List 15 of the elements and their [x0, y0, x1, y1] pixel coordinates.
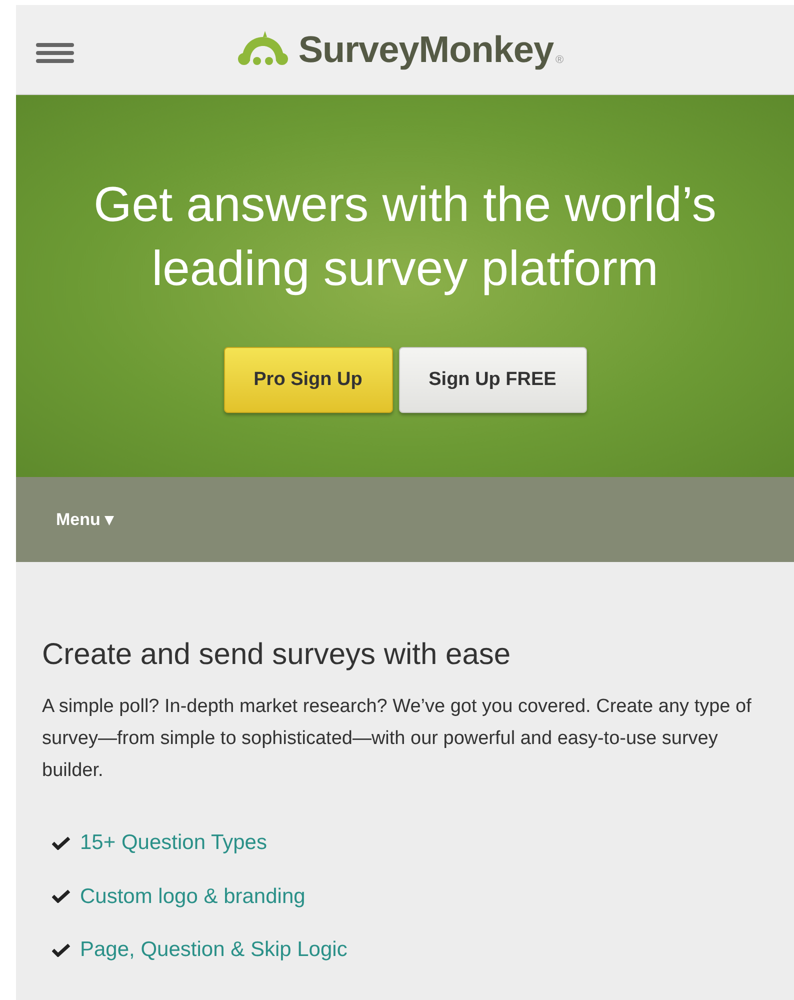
registered-mark: ® — [556, 53, 564, 68]
check-icon — [52, 942, 70, 957]
sign-up-button[interactable]: Sign Up FREE — [398, 347, 586, 413]
check-icon — [52, 889, 70, 904]
hero-headline: Get answers with the world’s leading survey platform — [92, 177, 718, 298]
feature-link[interactable]: Custom logo & branding — [80, 880, 306, 912]
section-description: A simple poll? In-depth market research? We’ve got you covered. Create any type of survey—from simple to sophisticated—with our powerful and easy-to-use survey builder. — [42, 695, 752, 783]
feature-link[interactable]: Page, Question & Skip Logic — [80, 934, 348, 966]
feature-link[interactable]: 15+ Question Types — [80, 827, 267, 858]
menu-icon[interactable] — [36, 43, 74, 63]
sign-up-button[interactable]: Pro Sign Up — [224, 347, 392, 413]
logo-text: SurveyMonkey — [298, 31, 554, 68]
menu-dropdown[interactable]: Menu ▾ — [56, 506, 114, 532]
check-icon — [52, 836, 70, 850]
section-title: Create and send surveys with ease — [42, 637, 512, 673]
